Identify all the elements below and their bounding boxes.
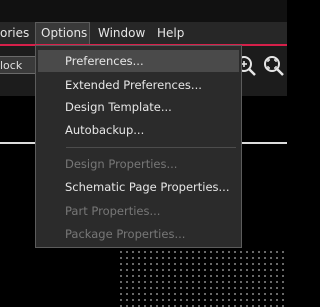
menu-item-extended-preferences[interactable]: Extended Preferences...	[38, 74, 239, 96]
menu-item-design-properties: Design Properties...	[65, 157, 178, 171]
zoom-fit-icon[interactable]	[262, 54, 284, 76]
menu-item-schematic-page-properties[interactable]: Schematic Page Properties...	[38, 176, 239, 198]
canvas-grid-dots	[118, 249, 287, 307]
menu-options[interactable]: Options	[35, 22, 90, 45]
menu-item-part-properties: Part Properties...	[65, 204, 161, 218]
menu-window[interactable]: Window	[93, 22, 150, 45]
options-menu: Preferences... Extended Preferences... D…	[35, 45, 242, 248]
title-strip	[0, 0, 287, 22]
menu-item-design-template[interactable]: Design Template...	[38, 96, 239, 118]
menu-separator	[66, 147, 236, 148]
menu-item-package-properties: Package Properties...	[65, 227, 186, 241]
menu-help[interactable]: Help	[152, 22, 189, 45]
menubar: ories Options Window Help	[0, 22, 287, 45]
menu-item-preferences[interactable]: Preferences...	[38, 50, 239, 72]
menu-item-autobackup[interactable]: Autobackup...	[38, 119, 239, 141]
menu-accessories[interactable]: ories	[0, 22, 34, 45]
